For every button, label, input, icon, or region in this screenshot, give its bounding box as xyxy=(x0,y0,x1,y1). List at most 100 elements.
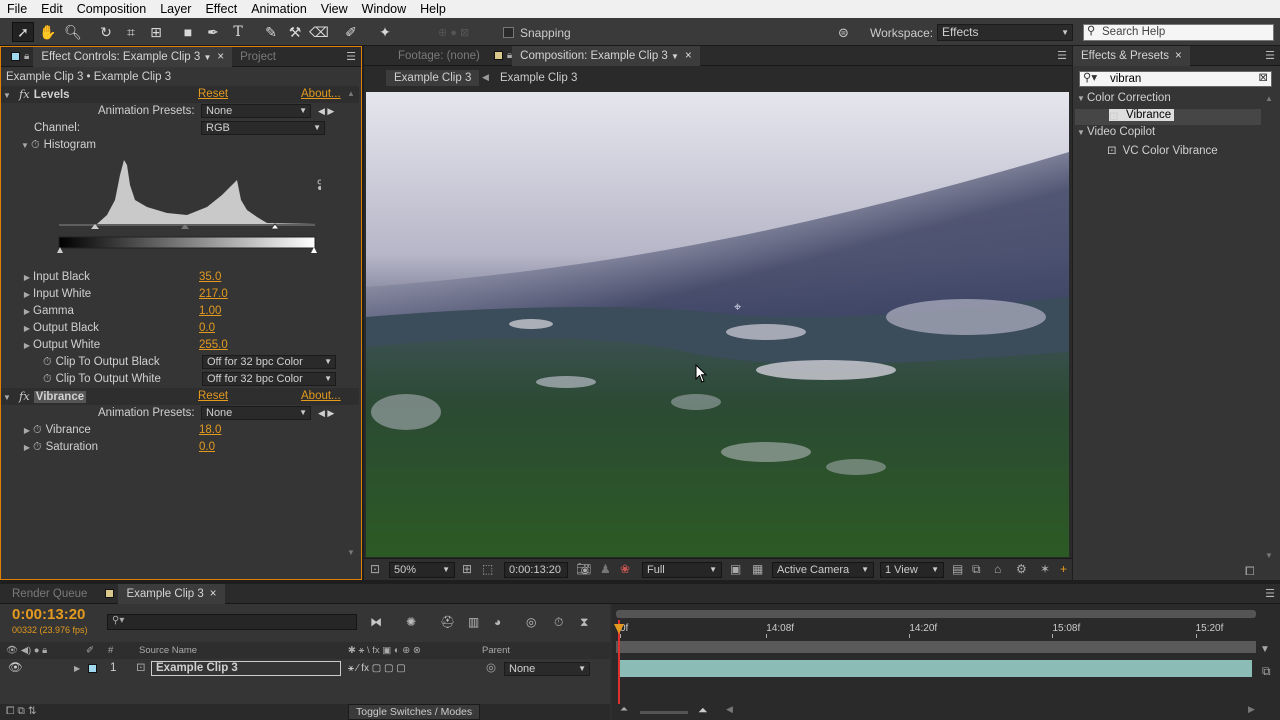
property-value[interactable]: 35.0 xyxy=(199,269,221,286)
snapshot-icon[interactable]: 📷︎ xyxy=(576,562,591,576)
parent-dropdown[interactable]: None xyxy=(504,662,590,676)
close-icon[interactable]: × xyxy=(1175,50,1182,62)
comp-breadcrumb-1[interactable]: Example Clip 3 xyxy=(386,70,480,86)
expand-triangle-icon[interactable]: ▶ xyxy=(21,303,33,320)
levels-animation-presets-dropdown[interactable]: None xyxy=(201,104,311,118)
shy-icon[interactable]: ⛑ xyxy=(440,615,455,629)
vibrance-about-link[interactable]: About... xyxy=(301,388,341,405)
comp-marker-bin-icon[interactable]: ⧉ xyxy=(1262,664,1271,679)
tab-composition[interactable]: Composition: Example Clip 3 ▼ × xyxy=(512,45,700,66)
preset-prev-next-icons[interactable]: ◀ ▶ xyxy=(318,103,334,120)
category-color-correction[interactable]: ▼ Color Correction xyxy=(1075,92,1261,108)
effect-item-vc-color-vibrance[interactable]: ⊡ VC Color Vibrance xyxy=(1107,143,1267,159)
search-help-input[interactable]: ⚲ Search Help xyxy=(1083,24,1274,41)
tab-render-queue[interactable]: Render Queue xyxy=(4,584,95,604)
tab-project[interactable]: Project xyxy=(232,47,284,67)
draft-3d-icon[interactable]: ✺ xyxy=(406,615,416,629)
effects-presets-scrollbar[interactable]: ▲ ▼ xyxy=(1265,94,1275,560)
levels-reset-link[interactable]: Reset xyxy=(198,86,228,103)
menu-item-view[interactable]: View xyxy=(314,2,355,16)
vibrance-reset-link[interactable]: Reset xyxy=(198,388,228,405)
panel-menu-icon[interactable]: ☰ xyxy=(1057,49,1067,62)
stopwatch-icon[interactable]: ⏱︎ xyxy=(33,424,42,436)
always-preview-icon[interactable]: ⊡ xyxy=(370,562,380,576)
auto-keyframe-icon[interactable]: ⏱︎ xyxy=(554,615,563,630)
table-row[interactable]: 👁︎ ▶ 1 ⊡ Example Clip 3 ⚹ ⁄ fx ▢ ▢ ▢ ◎ N… xyxy=(0,660,610,677)
tab-timeline-comp[interactable]: Example Clip 3 × xyxy=(118,583,225,604)
current-time-display[interactable]: 0:00:13:20 xyxy=(504,562,568,578)
pen-tool-icon[interactable]: ✒ xyxy=(202,22,224,42)
fx-icon[interactable]: fx xyxy=(19,389,30,403)
puppet-tool-icon[interactable]: ✦ xyxy=(374,22,396,42)
close-icon[interactable]: × xyxy=(217,51,224,63)
comp-button-icon[interactable]: ▼ xyxy=(1260,644,1270,655)
property-value[interactable]: 217.0 xyxy=(199,286,228,303)
stopwatch-icon[interactable]: ⏱︎ xyxy=(43,356,52,368)
expand-triangle-icon[interactable]: ▶ xyxy=(21,439,33,456)
show-snapshot-icon[interactable]: ♟ xyxy=(600,562,611,576)
clip-white-dropdown[interactable]: Off for 32 bpc Color xyxy=(202,372,336,386)
property-value[interactable]: 255.0 xyxy=(199,337,228,354)
fast-previews-icon[interactable]: ▣ xyxy=(730,562,741,576)
panel-menu-icon[interactable]: ☰ xyxy=(1265,587,1275,600)
anchor-point-icon[interactable]: ⌖ xyxy=(734,299,741,315)
expand-triangle-icon[interactable]: ▶ xyxy=(21,422,33,439)
channel-dropdown[interactable]: RGB xyxy=(201,121,325,135)
exposure-icon[interactable]: ✶ xyxy=(1040,562,1050,576)
time-navigator[interactable] xyxy=(616,641,1256,653)
layer-duration-bar[interactable] xyxy=(620,660,1252,677)
zoom-dropdown[interactable]: 50% ▼ xyxy=(389,562,455,578)
comp-mini-flowchart-icon[interactable]: ⧓ xyxy=(370,615,382,629)
snapping-checkbox[interactable] xyxy=(503,27,514,38)
timeline-search-input[interactable]: ⚲▾ xyxy=(107,614,357,630)
histogram-option-icon-2[interactable] xyxy=(318,186,321,190)
histogram-option-icon[interactable] xyxy=(317,179,321,185)
zoom-in-icon[interactable]: ⏶ xyxy=(698,703,708,718)
effect-controls-scrollbar[interactable]: ▲ ▼ xyxy=(347,89,357,557)
lock-icon[interactable]: 🔒︎ xyxy=(24,51,29,62)
expand-triangle-icon[interactable]: ▶ xyxy=(21,320,33,337)
view-layout-dropdown[interactable]: 1 View ▼ xyxy=(880,562,944,578)
stopwatch-icon[interactable]: ⏱︎ xyxy=(43,373,52,385)
close-icon[interactable]: × xyxy=(210,588,217,600)
rectangle-tool-icon[interactable]: ■ xyxy=(177,22,199,42)
time-ruler[interactable]: 0f 14:08f 14:20f 15:08f 15:20f xyxy=(620,620,1256,638)
layer-name[interactable]: Example Clip 3 xyxy=(151,661,341,676)
hand-tool-icon[interactable]: ✋ xyxy=(37,22,59,42)
zoom-slider[interactable] xyxy=(640,711,688,714)
preset-prev-next-icons[interactable]: ◀ ▶ xyxy=(318,405,334,422)
expand-triangle-icon[interactable]: ▼ xyxy=(1,389,13,406)
tab-footage[interactable]: Footage: (none) xyxy=(390,46,488,66)
pickwhip-icon[interactable]: ◎ xyxy=(486,660,496,677)
effect-vibrance-header[interactable]: ▼ fx Vibrance Reset About... xyxy=(1,388,359,405)
motion-blur-icon[interactable]: ◕ xyxy=(494,615,501,629)
menu-item-help[interactable]: Help xyxy=(413,2,453,16)
levels-histogram[interactable] xyxy=(57,155,321,255)
frame-blending-icon[interactable]: ▥ xyxy=(468,615,479,629)
selection-tool-icon[interactable]: ➚ xyxy=(12,22,34,42)
composition-viewer[interactable]: ⌖ xyxy=(366,92,1069,557)
menu-item-animation[interactable]: Animation xyxy=(244,2,314,16)
new-folder-icon[interactable]: ⧠ xyxy=(1245,564,1255,579)
expand-triangle-icon[interactable]: ▶ xyxy=(74,660,80,677)
menu-item-window[interactable]: Window xyxy=(355,2,413,16)
source-name-header[interactable]: Source Name xyxy=(139,642,197,659)
resolution-dropdown[interactable]: Full ▼ xyxy=(642,562,722,578)
timeline-footer-icons[interactable]: ⧠ ⧉ ⇅ xyxy=(6,705,37,718)
property-value[interactable]: 0.0 xyxy=(199,439,215,456)
pan-behind-tool-icon[interactable]: ⊞ xyxy=(145,22,167,42)
work-area-bar[interactable] xyxy=(616,610,1256,618)
panel-menu-icon[interactable]: ☰ xyxy=(1265,49,1275,62)
tab-effects-presets[interactable]: Effects & Presets × xyxy=(1073,45,1190,66)
menu-item-composition[interactable]: Composition xyxy=(70,2,153,16)
property-value[interactable]: 1.00 xyxy=(199,303,221,320)
menu-item-file[interactable]: File xyxy=(0,2,34,16)
fx-icon[interactable]: fx xyxy=(19,87,30,101)
channel-icon[interactable]: ❀ xyxy=(620,562,630,576)
toggle-switches-modes-button[interactable]: Toggle Switches / Modes xyxy=(348,704,481,720)
clone-stamp-tool-icon[interactable]: ⚒ xyxy=(284,22,306,42)
close-icon[interactable]: × xyxy=(685,50,692,62)
category-video-copilot[interactable]: ▼ Video Copilot xyxy=(1075,126,1261,142)
clear-search-icon[interactable]: ⊠ xyxy=(1258,71,1268,85)
timeline-current-time[interactable]: 0:00:13:20 xyxy=(12,606,85,623)
